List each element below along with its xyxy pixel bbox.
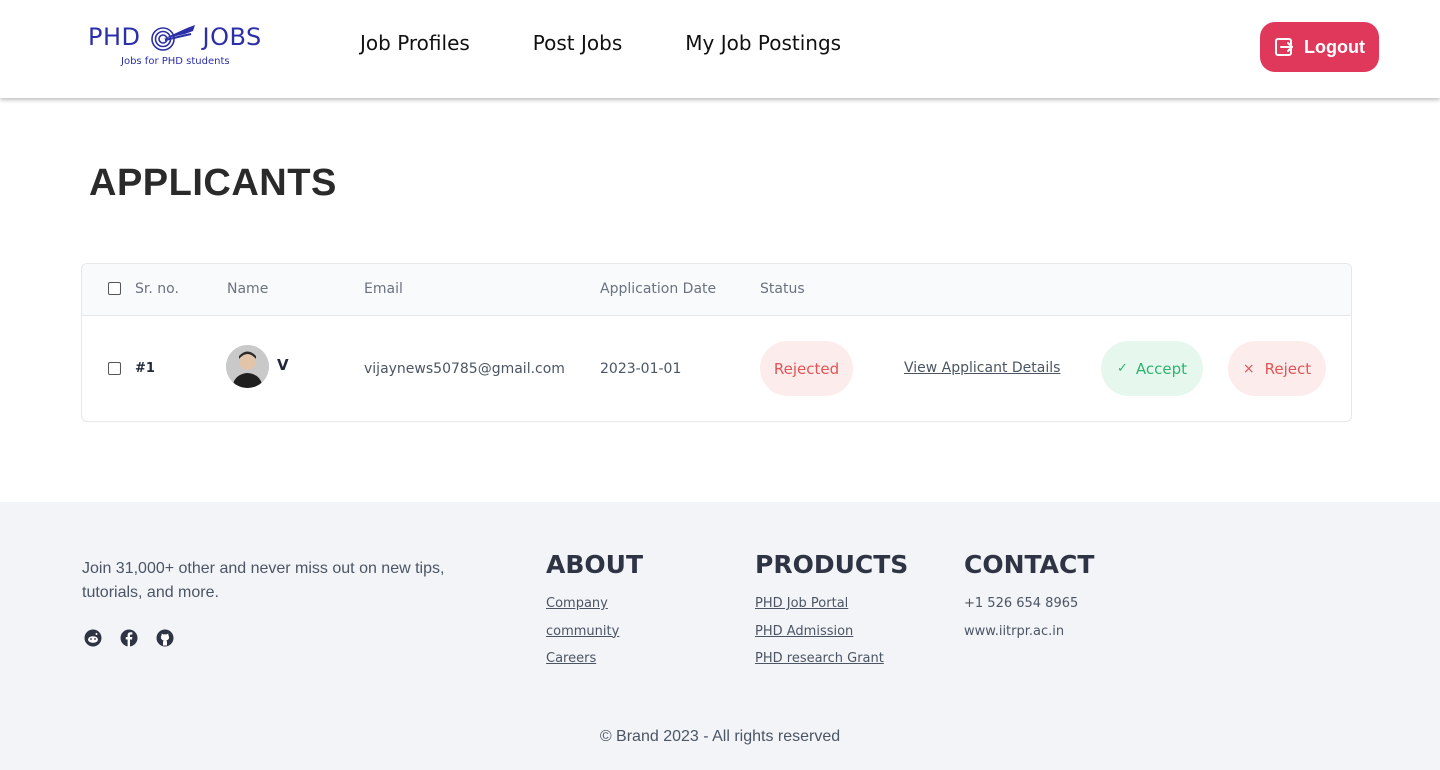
footer-link-phd-job-portal[interactable]: PHD Job Portal	[755, 595, 908, 613]
logout-button[interactable]: Logout	[1260, 22, 1379, 72]
header-email: Email	[364, 281, 403, 297]
footer: Join 31,000+ other and never miss out on…	[0, 502, 1440, 770]
person-avatar-icon	[226, 345, 269, 388]
footer-link-phd-research-grant[interactable]: PHD research Grant	[755, 650, 908, 668]
reddit-icon[interactable]	[84, 629, 102, 647]
logout-label: Logout	[1304, 36, 1365, 57]
avatar	[226, 345, 269, 388]
view-applicant-details-link[interactable]: View Applicant Details	[904, 360, 1060, 376]
footer-link-careers[interactable]: Careers	[546, 650, 643, 668]
logo-text-right: JOBS	[202, 23, 262, 51]
main-nav: Job Profiles Post Jobs My Job Postings	[360, 31, 904, 55]
header-status: Status	[760, 281, 805, 297]
nav-job-profiles[interactable]: Job Profiles	[360, 31, 470, 55]
status-label: Rejected	[773, 359, 840, 378]
close-icon: ×	[1242, 360, 1255, 377]
page-title: APPLICANTS	[89, 162, 337, 204]
footer-products-title: PRODUCTS	[755, 550, 909, 579]
logo-tagline: Jobs for PHD students	[121, 56, 230, 67]
accept-label: Accept	[1135, 359, 1188, 378]
footer-link-phd-admission[interactable]: PHD Admission	[755, 623, 908, 641]
facebook-icon[interactable]	[120, 629, 138, 647]
logo-text-left: PHD	[88, 23, 141, 51]
footer-about-title: ABOUT	[546, 550, 644, 579]
footer-contact: CONTACT +1 526 654 8965 www.iitrpr.ac.in	[964, 550, 1094, 650]
footer-tagline: Join 31,000+ other and never miss out on…	[82, 560, 445, 601]
row-application-date: 2023-01-01	[600, 361, 682, 377]
row-name: V	[277, 356, 289, 374]
footer-copyright: © Brand 2023 - All rights reserved	[599, 728, 841, 745]
footer-contact-website: www.iitrpr.ac.in	[964, 623, 1065, 639]
accept-button[interactable]: ✓ Accept	[1101, 341, 1203, 396]
row-email: vijaynews50785@gmail.com	[364, 361, 565, 377]
logout-icon	[1275, 38, 1293, 56]
nav-my-job-postings[interactable]: My Job Postings	[685, 31, 841, 55]
footer-contact-phone: +1 526 654 8965	[964, 596, 1079, 611]
row-checkbox[interactable]	[108, 362, 121, 375]
header-sr-no: Sr. no.	[135, 281, 179, 297]
table-header: Sr. no. Name Email Application Date Stat…	[82, 264, 1351, 316]
status-badge: Rejected	[760, 341, 853, 396]
github-icon[interactable]	[156, 629, 174, 647]
row-sr-no: #1	[135, 361, 155, 376]
check-icon: ✓	[1116, 361, 1128, 376]
footer-about: ABOUT Company community Careers	[546, 550, 643, 678]
footer-link-community[interactable]: community	[546, 623, 643, 641]
header-application-date: Application Date	[600, 281, 717, 297]
logo-emblem-icon	[150, 25, 195, 51]
footer-link-company[interactable]: Company	[546, 595, 643, 613]
reject-button[interactable]: × Reject	[1228, 341, 1326, 396]
select-all-checkbox[interactable]	[108, 282, 121, 295]
header-name: Name	[227, 281, 269, 297]
logo-wordmark: PHD JOBS	[88, 22, 262, 52]
social-links	[84, 629, 174, 647]
footer-products: PRODUCTS PHD Job Portal PHD Admission PH…	[755, 550, 908, 678]
footer-contact-title: CONTACT	[964, 550, 1095, 579]
table-row: #1 V vijaynews50785@gmail.com 2023-01-01…	[82, 316, 1351, 421]
phd-jobs-logo[interactable]: PHD JOBS Jobs for PHD students	[88, 18, 268, 70]
top-navbar: PHD JOBS Jobs for PHD students Job Profi…	[0, 0, 1440, 98]
reject-label: Reject	[1264, 359, 1312, 378]
nav-post-jobs[interactable]: Post Jobs	[533, 31, 622, 55]
applicants-table: Sr. no. Name Email Application Date Stat…	[81, 263, 1352, 422]
